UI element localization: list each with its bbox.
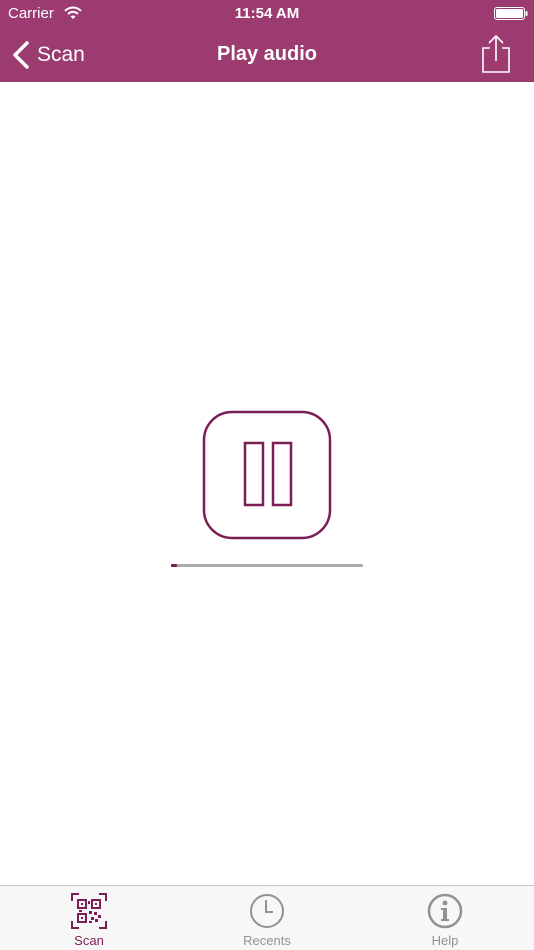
- pause-icon: [243, 441, 293, 507]
- audio-progress-fill: [171, 564, 177, 567]
- header: Carrier 11:54 AM Scan Play audio: [0, 0, 534, 82]
- pause-button[interactable]: [202, 410, 332, 540]
- status-time: 11:54 AM: [234, 5, 300, 22]
- tab-help[interactable]: Help: [356, 886, 534, 950]
- tab-label: Recents: [243, 933, 291, 948]
- tab-label: Help: [431, 933, 459, 948]
- page-title: Play audio: [216, 43, 318, 65]
- status-bar: Carrier 11:54 AM: [0, 0, 534, 28]
- info-icon: [427, 893, 463, 929]
- share-icon[interactable]: [478, 34, 514, 74]
- battery-icon: [494, 7, 528, 20]
- clock-icon: [250, 894, 284, 928]
- tab-bar: Scan Recents Help: [0, 885, 534, 950]
- navigation-bar: Scan Play audio: [0, 28, 534, 82]
- tab-recents[interactable]: Recents: [178, 886, 356, 950]
- audio-progress-bar[interactable]: [171, 564, 363, 567]
- tab-label: Scan: [74, 933, 104, 948]
- tab-scan[interactable]: Scan: [0, 886, 178, 950]
- qr-code-icon: [71, 893, 107, 929]
